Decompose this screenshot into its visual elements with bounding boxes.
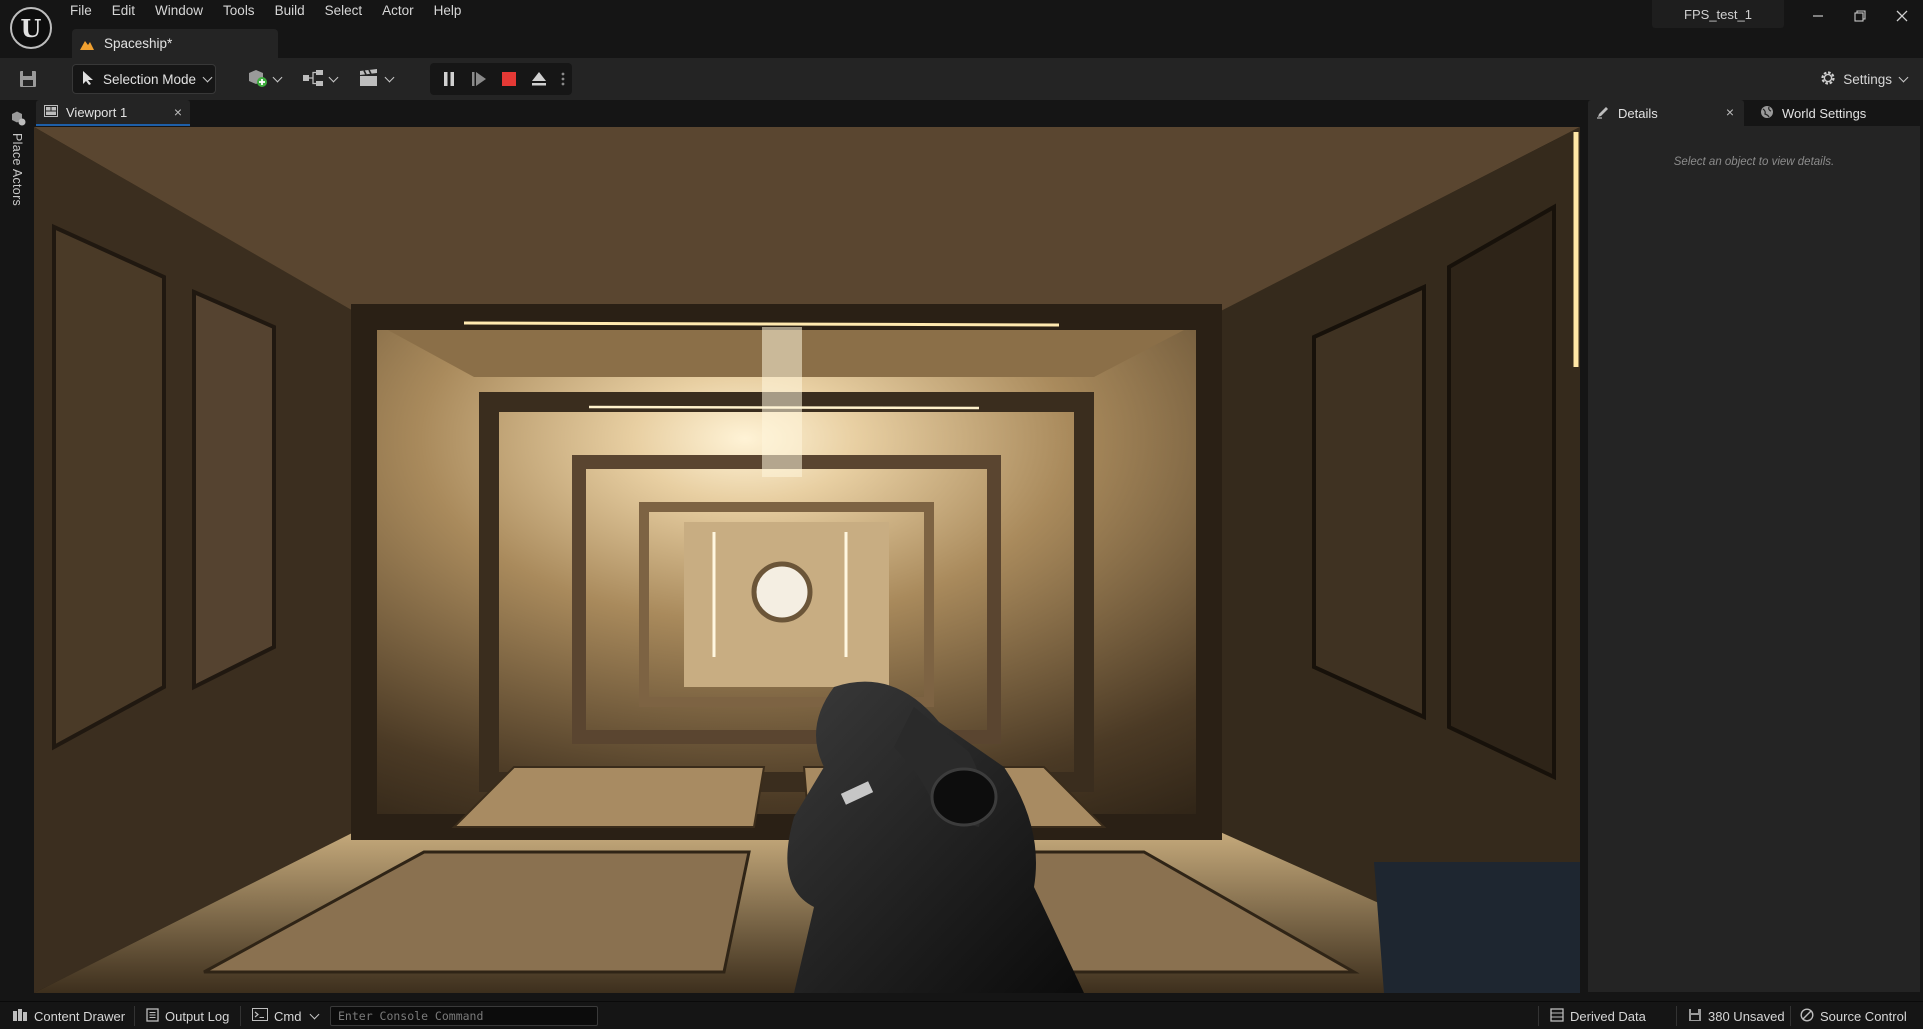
menu-window[interactable]: Window — [145, 0, 213, 24]
unsaved-assets-button[interactable]: 380 Unsaved — [1688, 1002, 1785, 1029]
source-control-label: Source Control — [1820, 1008, 1907, 1024]
derived-data-icon — [1550, 1007, 1564, 1025]
document-tab-spaceship[interactable]: Spaceship* — [72, 29, 278, 58]
details-panel: Select an object to view details. — [1586, 126, 1920, 992]
status-bar: Content Drawer Output Log Cmd Enter Cons… — [0, 1001, 1923, 1029]
pencil-icon — [1596, 105, 1610, 122]
viewport-tab-bar: Viewport 1 × — [30, 100, 1583, 126]
chevron-down-icon — [384, 72, 395, 82]
derived-data-button[interactable]: Derived Data — [1550, 1002, 1646, 1029]
project-name: FPS_test_1 — [1652, 0, 1784, 28]
output-log-label: Output Log — [165, 1008, 230, 1024]
menu-build[interactable]: Build — [265, 0, 315, 24]
tab-viewport-1[interactable]: Viewport 1 × — [36, 100, 190, 126]
play-controls — [430, 63, 572, 95]
eject-icon[interactable] — [528, 68, 550, 90]
level-viewport[interactable] — [34, 127, 1580, 993]
chevron-down-icon — [272, 72, 283, 82]
settings-label: Settings — [1843, 71, 1892, 87]
menu-help[interactable]: Help — [424, 0, 472, 24]
save-icon[interactable] — [14, 66, 42, 92]
selection-mode-dropdown[interactable]: Selection Mode — [72, 64, 216, 94]
selection-mode-label: Selection Mode — [103, 71, 197, 87]
corridor-scene-image — [34, 127, 1580, 993]
place-actors-icon[interactable] — [10, 110, 26, 129]
globe-icon — [1760, 105, 1774, 122]
divider — [1538, 1006, 1539, 1026]
unreal-logo-icon[interactable]: U — [10, 7, 52, 49]
tab-details[interactable]: Details × — [1588, 100, 1744, 126]
divider — [134, 1006, 135, 1026]
unsaved-assets-icon — [1688, 1008, 1702, 1025]
unsaved-count-label: 380 Unsaved — [1708, 1008, 1785, 1024]
divider — [1790, 1006, 1791, 1026]
menu-select[interactable]: Select — [315, 0, 373, 24]
clapperboard-icon — [358, 68, 380, 90]
cmd-dropdown[interactable]: Cmd — [252, 1002, 320, 1029]
divider — [240, 1006, 241, 1026]
close-icon[interactable]: × — [174, 104, 182, 120]
terminal-icon — [252, 1008, 268, 1024]
details-tab-label: Details — [1618, 105, 1658, 121]
tab-world-settings[interactable]: World Settings — [1752, 100, 1866, 126]
world-settings-tab-label: World Settings — [1782, 105, 1867, 121]
blueprint-nodes-icon — [302, 69, 324, 90]
source-control-button[interactable]: Source Control — [1800, 1002, 1907, 1029]
left-side-strip — [0, 100, 30, 992]
cmd-label: Cmd — [274, 1008, 302, 1024]
blueprints-button[interactable] — [302, 66, 339, 92]
menu-edit[interactable]: Edit — [102, 0, 145, 24]
output-log-button[interactable]: Output Log — [146, 1002, 229, 1029]
right-panel-tabs: Details × World Settings — [1586, 100, 1923, 126]
content-drawer-icon — [12, 1008, 28, 1025]
output-log-icon — [146, 1007, 159, 1025]
menu-bar: File Edit Window Tools Build Select Acto… — [60, 0, 471, 24]
derived-data-label: Derived Data — [1570, 1008, 1646, 1024]
close-icon[interactable] — [1884, 4, 1920, 28]
add-actor-button[interactable] — [246, 66, 283, 92]
chevron-down-icon — [202, 72, 213, 82]
place-actors-tab[interactable]: Place Actors — [10, 133, 24, 206]
menu-file[interactable]: File — [60, 0, 102, 24]
chevron-down-icon — [328, 72, 339, 82]
divider — [1676, 1006, 1677, 1026]
cinematics-button[interactable] — [358, 66, 395, 92]
viewport-layout-icon — [44, 104, 58, 120]
stop-icon[interactable] — [498, 68, 520, 90]
chevron-down-icon — [310, 1009, 320, 1019]
cursor-icon — [81, 70, 95, 89]
source-control-disabled-icon — [1800, 1007, 1814, 1025]
document-tab-label: Spaceship* — [104, 36, 173, 51]
details-empty-hint: Select an object to view details. — [1673, 156, 1835, 168]
pause-icon[interactable] — [438, 68, 460, 90]
frame-advance-icon[interactable] — [468, 68, 490, 90]
restore-icon[interactable] — [1842, 4, 1878, 28]
content-drawer-label: Content Drawer — [34, 1008, 126, 1024]
menu-tools[interactable]: Tools — [213, 0, 265, 24]
title-bar: U File Edit Window Tools Build Select Ac… — [0, 0, 1923, 58]
menu-actor[interactable]: Actor — [372, 0, 424, 24]
main-toolbar: Selection Mode Settings — [0, 58, 1923, 100]
gear-icon — [1819, 69, 1837, 90]
more-options-icon[interactable] — [558, 68, 568, 90]
console-command-input[interactable]: Enter Console Command — [330, 1006, 598, 1026]
add-actor-icon — [246, 68, 268, 91]
close-icon[interactable]: × — [1726, 104, 1734, 120]
settings-button[interactable]: Settings — [1819, 66, 1909, 92]
level-icon — [78, 35, 96, 53]
minimize-icon[interactable] — [1800, 4, 1836, 28]
viewport-tab-label: Viewport 1 — [66, 104, 128, 120]
chevron-down-icon — [1898, 72, 1909, 82]
content-drawer-button[interactable]: Content Drawer — [12, 1002, 125, 1029]
